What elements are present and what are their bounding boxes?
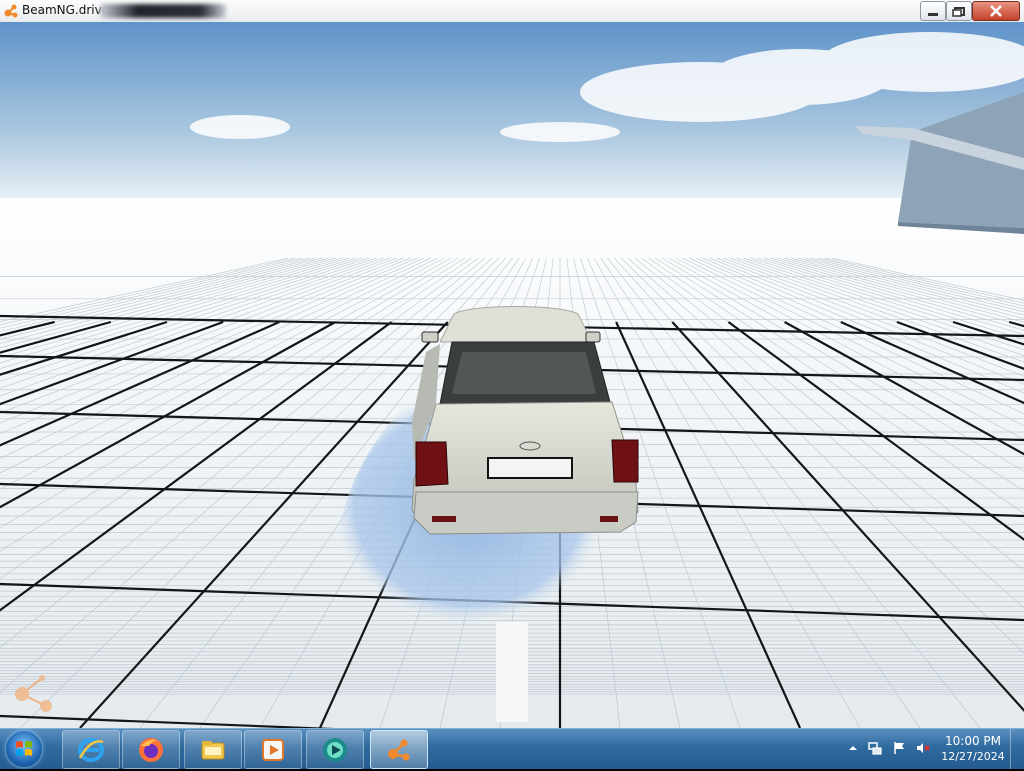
- title-redacted-area: [100, 4, 226, 18]
- game-viewport[interactable]: [0, 22, 1024, 728]
- file-explorer-icon: [201, 741, 225, 760]
- media-player-icon: [262, 739, 284, 761]
- close-icon: [990, 5, 1002, 17]
- beamng-launcher-icon: [323, 738, 347, 762]
- maximize-button[interactable]: [946, 1, 972, 21]
- scene-render: [0, 22, 1024, 728]
- clock-date[interactable]: 12/27/2024: [940, 750, 1006, 763]
- action-center-flag-icon[interactable]: [892, 741, 906, 755]
- taskbar-beamng-launcher[interactable]: [306, 730, 364, 769]
- start-button[interactable]: [6, 731, 42, 767]
- beamng-logo-icon: [4, 4, 18, 18]
- render-artifact: [496, 622, 528, 722]
- taskbar-media-player[interactable]: [244, 730, 302, 769]
- internet-explorer-icon: [78, 738, 104, 762]
- network-icon[interactable]: [868, 741, 882, 755]
- close-button[interactable]: [972, 1, 1020, 21]
- clock-time[interactable]: 10:00 PM: [940, 734, 1006, 748]
- taskbar: 10:00 PM 12/27/2024: [0, 728, 1024, 769]
- show-hidden-icons-icon[interactable]: [846, 741, 860, 755]
- taskbar-file-explorer[interactable]: [184, 730, 242, 769]
- minimize-button[interactable]: [920, 1, 946, 21]
- firefox-icon: [139, 738, 163, 762]
- windows-start-icon: [16, 741, 32, 756]
- taskbar-internet-explorer[interactable]: [62, 730, 120, 769]
- show-desktop-button[interactable]: [1010, 729, 1024, 769]
- taskbar-firefox[interactable]: [122, 730, 180, 769]
- minimize-icon: [928, 13, 938, 16]
- window-title: BeamNG.drive: [22, 3, 110, 17]
- maximize-icon: [952, 7, 965, 17]
- volume-muted-icon[interactable]: [916, 741, 930, 755]
- beamng-drive-icon: [388, 739, 410, 761]
- taskbar-beamng-drive[interactable]: [370, 730, 428, 769]
- window-titlebar[interactable]: BeamNG.drive: [0, 0, 1024, 23]
